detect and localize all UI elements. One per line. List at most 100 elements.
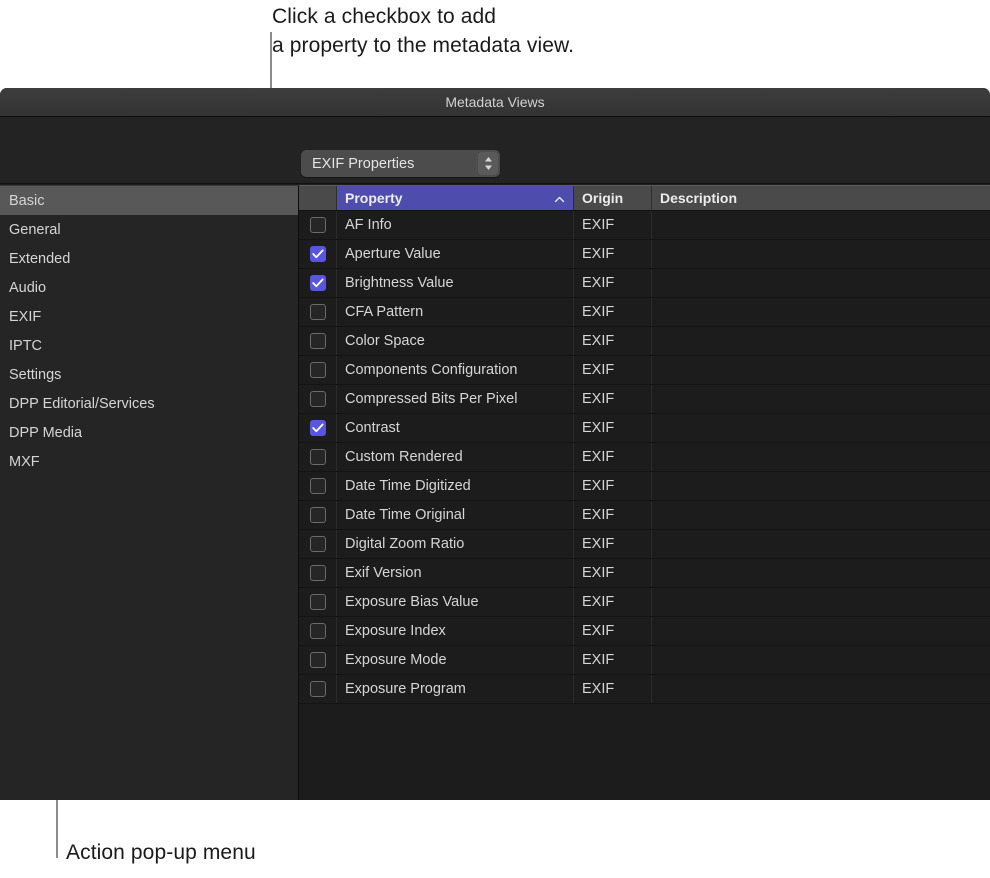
- checkbox-unchecked-icon[interactable]: [310, 565, 326, 581]
- row-checkbox-cell[interactable]: [299, 617, 337, 645]
- callout-line-vertical-bottom: [56, 800, 58, 858]
- checkbox-unchecked-icon[interactable]: [310, 478, 326, 494]
- checkbox-unchecked-icon[interactable]: [310, 391, 326, 407]
- cell-description: [652, 414, 990, 442]
- annotation-bottom-text: Action pop-up menu: [66, 838, 256, 867]
- table-row[interactable]: Date Time OriginalEXIF: [299, 501, 990, 530]
- row-checkbox-cell[interactable]: [299, 443, 337, 471]
- cell-description: [652, 356, 990, 384]
- row-checkbox-cell[interactable]: [299, 385, 337, 413]
- row-checkbox-cell[interactable]: [299, 356, 337, 384]
- checkbox-checked-icon[interactable]: [310, 246, 326, 262]
- cell-property: Exposure Program: [337, 675, 574, 703]
- table-row[interactable]: Brightness ValueEXIF: [299, 269, 990, 298]
- sidebar-item-basic[interactable]: Basic: [0, 186, 298, 215]
- sidebar-item-dpp-editorial-services[interactable]: DPP Editorial/Services: [0, 389, 298, 418]
- table-row[interactable]: ContrastEXIF: [299, 414, 990, 443]
- cell-origin: EXIF: [574, 414, 652, 442]
- cell-description: [652, 559, 990, 587]
- checkbox-unchecked-icon[interactable]: [310, 217, 326, 233]
- column-header-label: Origin: [582, 190, 623, 206]
- sidebar-item-label: DPP Media: [9, 425, 82, 441]
- row-checkbox-cell[interactable]: [299, 675, 337, 703]
- cell-origin: EXIF: [574, 240, 652, 268]
- table-row[interactable]: Compressed Bits Per PixelEXIF: [299, 385, 990, 414]
- view-popup-button[interactable]: EXIF Properties: [301, 150, 500, 177]
- sidebar-item-settings[interactable]: Settings: [0, 360, 298, 389]
- sidebar-item-label: Extended: [9, 251, 70, 267]
- table-row[interactable]: Exposure IndexEXIF: [299, 617, 990, 646]
- row-checkbox-cell[interactable]: [299, 646, 337, 674]
- checkbox-checked-icon[interactable]: [310, 420, 326, 436]
- table-row[interactable]: Date Time DigitizedEXIF: [299, 472, 990, 501]
- table-row[interactable]: Exposure ModeEXIF: [299, 646, 990, 675]
- checkbox-unchecked-icon[interactable]: [310, 333, 326, 349]
- checkbox-unchecked-icon[interactable]: [310, 449, 326, 465]
- cell-origin: EXIF: [574, 298, 652, 326]
- row-checkbox-cell[interactable]: [299, 414, 337, 442]
- row-checkbox-cell[interactable]: [299, 588, 337, 616]
- sidebar-item-iptc[interactable]: IPTC: [0, 331, 298, 360]
- sidebar-item-mxf[interactable]: MXF: [0, 447, 298, 476]
- row-checkbox-cell[interactable]: [299, 240, 337, 268]
- table-row[interactable]: Color SpaceEXIF: [299, 327, 990, 356]
- cell-origin: EXIF: [574, 443, 652, 471]
- checkbox-unchecked-icon[interactable]: [310, 507, 326, 523]
- cell-origin: EXIF: [574, 588, 652, 616]
- row-checkbox-cell[interactable]: [299, 530, 337, 558]
- row-checkbox-cell[interactable]: [299, 472, 337, 500]
- checkbox-unchecked-icon[interactable]: [310, 362, 326, 378]
- checkbox-unchecked-icon[interactable]: [310, 304, 326, 320]
- table-row[interactable]: Custom RenderedEXIF: [299, 443, 990, 472]
- sidebar-item-exif[interactable]: EXIF: [0, 302, 298, 331]
- checkbox-checked-icon[interactable]: [310, 275, 326, 291]
- dialog-title: Metadata Views: [445, 94, 544, 110]
- sidebar-item-general[interactable]: General: [0, 215, 298, 244]
- column-header-check[interactable]: [299, 186, 337, 210]
- row-checkbox-cell[interactable]: [299, 298, 337, 326]
- column-header-description[interactable]: Description: [652, 186, 990, 210]
- table-row[interactable]: Components ConfigurationEXIF: [299, 356, 990, 385]
- cell-property: Aperture Value: [337, 240, 574, 268]
- cell-origin: EXIF: [574, 356, 652, 384]
- sidebar-item-label: Basic: [9, 193, 44, 209]
- row-checkbox-cell[interactable]: [299, 501, 337, 529]
- sidebar-item-label: MXF: [9, 454, 40, 470]
- sidebar-item-dpp-media[interactable]: DPP Media: [0, 418, 298, 447]
- column-header-property[interactable]: Property: [337, 186, 574, 210]
- checkbox-unchecked-icon[interactable]: [310, 652, 326, 668]
- row-checkbox-cell[interactable]: [299, 559, 337, 587]
- checkbox-unchecked-icon[interactable]: [310, 594, 326, 610]
- dialog-toolbar: EXIF Properties: [0, 117, 990, 184]
- annotation-top-text: Click a checkbox to adda property to the…: [272, 2, 574, 60]
- cell-description: [652, 443, 990, 471]
- row-checkbox-cell[interactable]: [299, 211, 337, 239]
- dialog-body: BasicGeneralExtendedAudioEXIFIPTCSetting…: [0, 185, 990, 800]
- cell-property: Brightness Value: [337, 269, 574, 297]
- table-row[interactable]: CFA PatternEXIF: [299, 298, 990, 327]
- table-row[interactable]: Exif VersionEXIF: [299, 559, 990, 588]
- table-row[interactable]: Aperture ValueEXIF: [299, 240, 990, 269]
- cell-description: [652, 501, 990, 529]
- checkbox-unchecked-icon[interactable]: [310, 681, 326, 697]
- table-header-row: Property Origin Description: [299, 185, 990, 211]
- sidebar-item-audio[interactable]: Audio: [0, 273, 298, 302]
- row-checkbox-cell[interactable]: [299, 327, 337, 355]
- column-header-origin[interactable]: Origin: [574, 186, 652, 210]
- table-row[interactable]: AF InfoEXIF: [299, 211, 990, 240]
- cell-property: Exposure Index: [337, 617, 574, 645]
- table-row[interactable]: Exposure Bias ValueEXIF: [299, 588, 990, 617]
- cell-property: Date Time Digitized: [337, 472, 574, 500]
- cell-origin: EXIF: [574, 501, 652, 529]
- sidebar-item-extended[interactable]: Extended: [0, 244, 298, 273]
- row-checkbox-cell[interactable]: [299, 269, 337, 297]
- checkbox-unchecked-icon[interactable]: [310, 623, 326, 639]
- table-row[interactable]: Digital Zoom RatioEXIF: [299, 530, 990, 559]
- checkbox-unchecked-icon[interactable]: [310, 536, 326, 552]
- cell-property: Components Configuration: [337, 356, 574, 384]
- cell-property: Custom Rendered: [337, 443, 574, 471]
- cell-property: Contrast: [337, 414, 574, 442]
- cell-description: [652, 385, 990, 413]
- cell-description: [652, 530, 990, 558]
- table-row[interactable]: Exposure ProgramEXIF: [299, 675, 990, 704]
